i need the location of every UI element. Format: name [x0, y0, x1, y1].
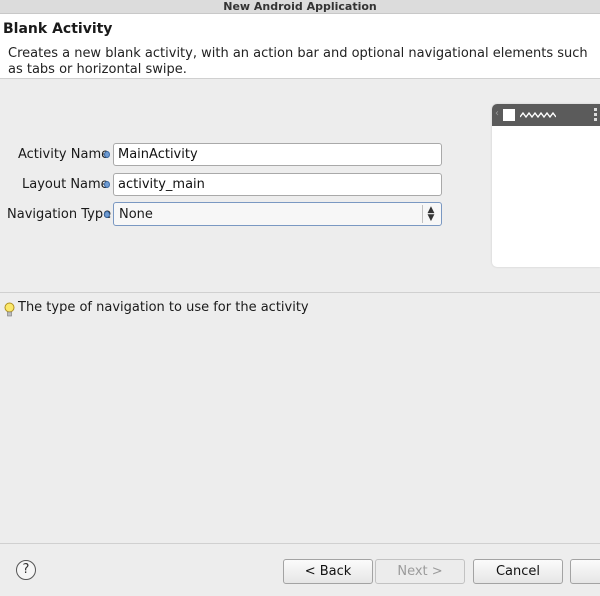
select-arrows-icon: ▲ ▼: [422, 205, 439, 223]
overflow-menu-icon: [594, 108, 598, 123]
help-button[interactable]: ?: [16, 560, 36, 580]
activity-name-input[interactable]: [113, 143, 442, 166]
cancel-button[interactable]: Cancel: [473, 559, 563, 584]
page-description: Creates a new blank activity, with an ac…: [8, 46, 588, 77]
info-icon: [104, 151, 110, 158]
page-title: Blank Activity: [3, 21, 113, 37]
layout-name-label: Layout Name: [22, 177, 109, 192]
finish-button[interactable]: [570, 559, 600, 584]
info-icon: [104, 181, 110, 188]
title-squiggle-icon: [520, 111, 556, 119]
hint-text: The type of navigation to use for the ac…: [18, 300, 309, 315]
next-button[interactable]: Next >: [375, 559, 465, 584]
back-button[interactable]: < Back: [283, 559, 373, 584]
navigation-type-select[interactable]: None ▲ ▼: [113, 202, 442, 226]
divider: [0, 292, 600, 293]
window-title-bar: New Android Application: [0, 0, 600, 14]
chevron-left-icon: ‹: [495, 108, 499, 119]
lightbulb-icon: [4, 302, 15, 317]
info-icon: [104, 211, 110, 218]
app-icon-placeholder: [503, 109, 515, 121]
activity-name-label: Activity Name: [18, 147, 110, 162]
navigation-type-value: None: [119, 207, 153, 222]
navigation-type-label: Navigation Type: [7, 207, 112, 222]
wizard-header: Blank Activity Creates a new blank activ…: [0, 14, 600, 79]
divider: [0, 543, 600, 544]
layout-name-input[interactable]: [113, 173, 442, 196]
preview-action-bar: ‹: [492, 104, 600, 126]
activity-preview: ‹: [492, 104, 600, 267]
window-title: New Android Application: [223, 0, 377, 13]
